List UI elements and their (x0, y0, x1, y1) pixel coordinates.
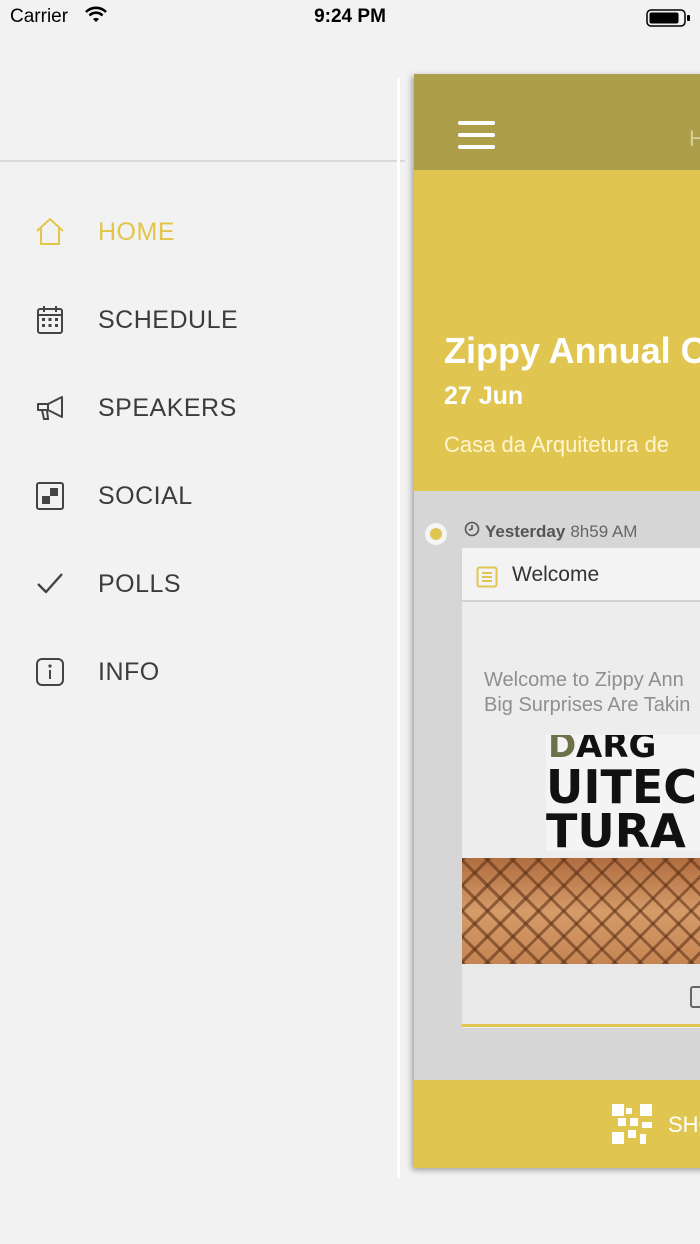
timeline-dot (425, 523, 447, 545)
menu-label-speakers: SPEAKERS (98, 393, 237, 422)
checkmark-icon (33, 567, 67, 601)
menu-item-schedule[interactable]: SCHEDULE (0, 276, 400, 364)
menu-label-polls: POLLS (98, 569, 182, 598)
feed: Yesterday 8h59 AM Welcome Welcome to Zip… (414, 491, 700, 1080)
menu-label-schedule: SCHEDULE (98, 305, 239, 334)
menu-item-home[interactable]: HOME (0, 188, 400, 276)
event-title: Zippy Annual C (444, 330, 700, 371)
social-square-icon (33, 479, 67, 513)
menu-item-polls[interactable]: POLLS (0, 540, 400, 628)
nav-title: H (689, 126, 700, 151)
bottom-action-label: SHO (668, 1112, 700, 1137)
menu-item-social[interactable]: SOCIAL (0, 452, 400, 540)
post-photo-image (462, 858, 700, 964)
nav-bar: H (414, 74, 700, 170)
share-icon[interactable] (690, 986, 700, 1008)
menu-label-info: INFO (98, 657, 160, 686)
menu-item-speakers[interactable]: SPEAKERS (0, 364, 400, 452)
hamburger-menu-icon[interactable] (458, 121, 495, 149)
event-hero: Zippy Annual C 27 Jun Casa da Arquitetur… (414, 170, 700, 491)
post-footer (462, 964, 700, 1027)
info-icon (33, 655, 67, 689)
post-poster-image: D ARG UITEC TURA (546, 735, 700, 851)
event-date: 27 Jun (444, 382, 524, 410)
post-body-line2: Big Surprises Are Takin (484, 694, 691, 716)
qr-code-icon (612, 1104, 652, 1149)
drawer-header (0, 38, 405, 162)
document-icon (476, 566, 498, 593)
drawer-menu: HOME SCHEDULE SPEAKERS SOCIAL POLLS INFO (0, 188, 400, 716)
post-meta: Yesterday 8h59 AM (464, 521, 637, 542)
megaphone-icon (33, 391, 67, 425)
post-time: 8h59 AM (570, 521, 638, 541)
menu-item-info[interactable]: INFO (0, 628, 400, 716)
calendar-icon (33, 303, 67, 337)
post-body-line1: Welcome to Zippy Ann (484, 669, 684, 691)
menu-label-home: HOME (98, 217, 175, 246)
post-title: Welcome (512, 563, 600, 586)
svg-text:TURA: TURA (546, 804, 686, 851)
post-day: Yesterday (485, 521, 566, 541)
status-bar: Carrier 9:24 PM (0, 0, 700, 38)
battery-icon (646, 8, 692, 33)
clock: 9:24 PM (314, 6, 386, 27)
clock-icon (464, 521, 480, 542)
side-drawer: HOME SCHEDULE SPEAKERS SOCIAL POLLS INFO (0, 38, 405, 1244)
home-icon (33, 215, 67, 249)
post-header: Welcome (462, 548, 700, 602)
menu-label-social: SOCIAL (98, 481, 193, 510)
main-panel[interactable]: H Zippy Annual C 27 Jun Casa da Arquitet… (414, 74, 700, 1168)
post-card[interactable]: Welcome Welcome to Zippy Ann Big Surpris… (462, 548, 700, 1028)
event-venue: Casa da Arquitetura de (444, 432, 670, 457)
bottom-action-bar[interactable]: SHO (414, 1080, 700, 1168)
post-body: Welcome to Zippy Ann Big Surprises Are T… (484, 668, 690, 718)
